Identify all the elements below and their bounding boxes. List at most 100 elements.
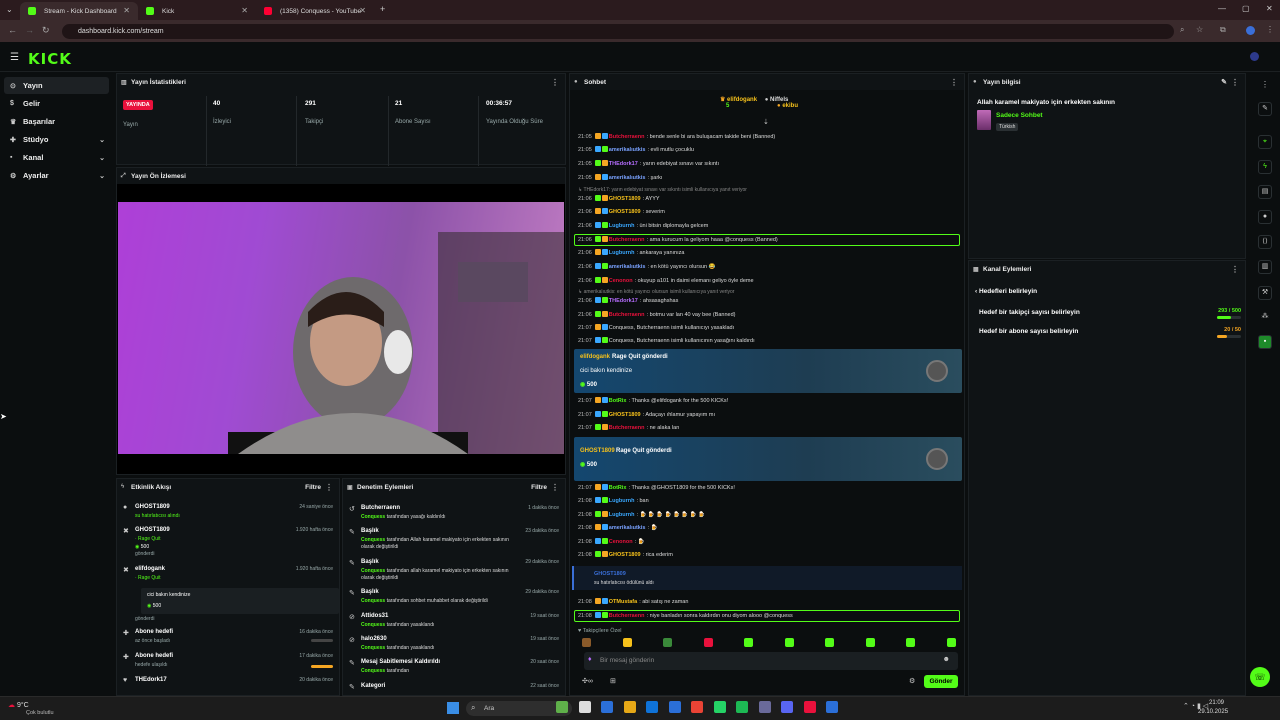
reward-user[interactable]: GHOST1809 bbox=[594, 571, 626, 577]
layout-icon[interactable]: ▥ bbox=[1258, 260, 1272, 274]
highlight-icon[interactable]: ▪ bbox=[1258, 335, 1272, 349]
chat-username[interactable]: amerikalıutkis bbox=[609, 147, 646, 153]
taskbar-app-icon[interactable] bbox=[713, 701, 726, 713]
chat-username[interactable]: Cenonon bbox=[609, 539, 633, 545]
taskbar-app-icon[interactable] bbox=[781, 701, 793, 713]
tab-search-icon[interactable]: ⌄ bbox=[6, 5, 13, 14]
forward-icon[interactable]: → bbox=[25, 25, 34, 35]
moderation-actor[interactable]: Conquess bbox=[361, 568, 385, 574]
emote-icon[interactable] bbox=[703, 638, 713, 647]
gift-user[interactable]: elifdogank bbox=[580, 354, 610, 360]
chat-settings-icon[interactable]: ⚙ bbox=[909, 677, 915, 685]
chat-username[interactable]: Lugburnh bbox=[609, 250, 635, 256]
zoom-icon[interactable]: ⌕ bbox=[1180, 25, 1184, 35]
taskbar-app-icon[interactable] bbox=[556, 701, 568, 713]
chat-username[interactable]: amerikalıutkis bbox=[609, 525, 646, 531]
help-chat-icon[interactable]: ☏ bbox=[1250, 667, 1270, 687]
moderation-title[interactable]: halo2630 bbox=[361, 636, 387, 642]
moderation-actor[interactable]: Conquess bbox=[361, 668, 385, 674]
category-thumbnail[interactable] bbox=[977, 110, 991, 130]
pinned-user[interactable]: elifdogank bbox=[727, 97, 757, 103]
reload-icon[interactable]: ↻ bbox=[42, 25, 50, 36]
bookmark-star-icon[interactable]: ☆ bbox=[1196, 25, 1203, 34]
pencil-icon[interactable]: ✎ bbox=[1258, 102, 1272, 116]
close-icon[interactable]: ✕ bbox=[241, 6, 248, 15]
chat-username[interactable]: THEdork17 bbox=[609, 161, 638, 167]
chat-username[interactable]: THEdork17 bbox=[609, 298, 638, 304]
chat-username[interactable]: Lugburnh bbox=[609, 223, 635, 229]
chat-username[interactable]: GHOST1809 bbox=[609, 209, 641, 215]
taskbar-app-icon[interactable] bbox=[601, 701, 613, 713]
stream-category[interactable]: Sadece Sohbet bbox=[996, 112, 1043, 119]
emote-icon[interactable] bbox=[906, 638, 915, 647]
sidebar-item-gelir[interactable]: $ Gelir bbox=[4, 95, 109, 112]
moderation-title[interactable]: Attidos31 bbox=[361, 613, 388, 619]
chat-username[interactable]: BotRix bbox=[609, 485, 627, 491]
more-icon[interactable]: ⋮ bbox=[1231, 78, 1239, 87]
follower-goal-row[interactable]: Hedef bir takipçi sayısı belirleyin 293 … bbox=[979, 308, 1241, 324]
moderation-title[interactable]: Başlık bbox=[361, 589, 379, 595]
moderation-title[interactable]: Mesaj Sabitlemesi Kaldırıldı bbox=[361, 659, 440, 665]
stream-video-preview[interactable] bbox=[118, 202, 564, 454]
taskbar-app-icon[interactable] bbox=[668, 701, 681, 713]
wrench-icon[interactable]: ⚒ bbox=[1258, 286, 1272, 300]
gift-user[interactable]: GHOST1809 bbox=[580, 448, 615, 454]
emote-icon[interactable] bbox=[865, 638, 875, 647]
more-icon[interactable]: ⋮ bbox=[325, 483, 333, 492]
emoji-icon[interactable]: ☻ bbox=[943, 656, 950, 663]
chat-username[interactable]: amerikalıutkis bbox=[609, 175, 646, 181]
back-icon[interactable]: ← bbox=[8, 25, 17, 35]
taskbar-app-icon[interactable] bbox=[826, 701, 838, 713]
chat-username[interactable]: Butcherraenn bbox=[609, 425, 645, 431]
taskbar-app-icon[interactable] bbox=[803, 701, 816, 713]
activity-user[interactable]: elifdogank bbox=[135, 566, 165, 572]
sidebar-item-yayin[interactable]: ⊙ Yayın bbox=[4, 77, 109, 94]
lightning-icon[interactable]: ϟ bbox=[1258, 160, 1272, 174]
tab-youtube[interactable]: (1358) Conquess - YouTube ✕ bbox=[256, 2, 374, 20]
moderation-actor[interactable]: Conquess bbox=[361, 622, 385, 628]
windows-start-icon[interactable] bbox=[447, 702, 459, 714]
pinned-user[interactable]: ekibu bbox=[782, 103, 798, 109]
moderation-title[interactable]: Başlık bbox=[361, 528, 379, 534]
close-icon[interactable]: ✕ bbox=[359, 6, 366, 15]
taskbar-app-icon[interactable] bbox=[691, 701, 703, 713]
extensions-icon[interactable]: ⧉ bbox=[1220, 25, 1226, 35]
emote-icon[interactable] bbox=[946, 638, 956, 647]
chat-username[interactable]: Butcherraenn bbox=[609, 312, 645, 318]
gift-icon[interactable]: ⊞ bbox=[610, 677, 616, 685]
activity-user[interactable]: GHOST1809 bbox=[135, 504, 170, 510]
moderation-title[interactable]: Kategori bbox=[361, 683, 385, 689]
tab-kick[interactable]: Kick ✕ bbox=[138, 2, 256, 20]
filter-button[interactable]: Filtre bbox=[531, 484, 547, 491]
chat-username[interactable]: GHOST1809 bbox=[609, 196, 641, 202]
taskbar-app-icon[interactable] bbox=[736, 701, 748, 713]
file-icon[interactable]: ▤ bbox=[1258, 185, 1272, 199]
emote-icon[interactable] bbox=[582, 638, 591, 647]
more-icon[interactable]: ⋮ bbox=[551, 78, 559, 87]
edit-icon[interactable]: ✎ bbox=[1221, 78, 1227, 86]
send-button[interactable]: Gönder bbox=[924, 675, 958, 688]
chat-username[interactable]: Cenonon bbox=[609, 278, 633, 284]
chat-username[interactable]: amerikalıutkis bbox=[609, 264, 646, 270]
points-icon[interactable]: ✣∞ bbox=[582, 677, 593, 685]
minimize-icon[interactable]: — bbox=[1218, 4, 1226, 13]
share-icon[interactable]: ⁂ bbox=[1258, 311, 1272, 325]
emote-icon[interactable] bbox=[663, 638, 672, 647]
weather-widget[interactable]: ☁ 9°C bbox=[8, 701, 29, 709]
crosshair-icon[interactable]: ⌖ bbox=[1258, 135, 1272, 149]
activity-user[interactable]: THEdork17 bbox=[135, 677, 167, 683]
activity-user[interactable]: GHOST1809 bbox=[135, 527, 170, 533]
window-close-icon[interactable]: ✕ bbox=[1266, 4, 1273, 13]
more-icon[interactable]: ⋮ bbox=[551, 483, 559, 492]
emote-icon[interactable] bbox=[784, 638, 794, 647]
chat-username[interactable]: BotRix bbox=[609, 398, 627, 404]
message-icon[interactable]: ● bbox=[1258, 210, 1272, 224]
code-icon[interactable]: ⟨⟩ bbox=[1258, 235, 1272, 249]
maximize-icon[interactable]: ▢ bbox=[1242, 4, 1250, 13]
hamburger-menu-icon[interactable]: ☰ bbox=[10, 52, 19, 63]
moderation-actor[interactable]: Conquess bbox=[361, 598, 385, 604]
sidebar-item-kanal[interactable]: ▪ Kanal ⌄ bbox=[4, 149, 109, 166]
more-icon[interactable]: ⋮ bbox=[1231, 265, 1239, 274]
sidebar-item-basarilar[interactable]: ♛ Başarılar bbox=[4, 113, 109, 130]
chat-input[interactable]: ♦ Bir mesaj gönderin ☻ bbox=[584, 652, 958, 670]
